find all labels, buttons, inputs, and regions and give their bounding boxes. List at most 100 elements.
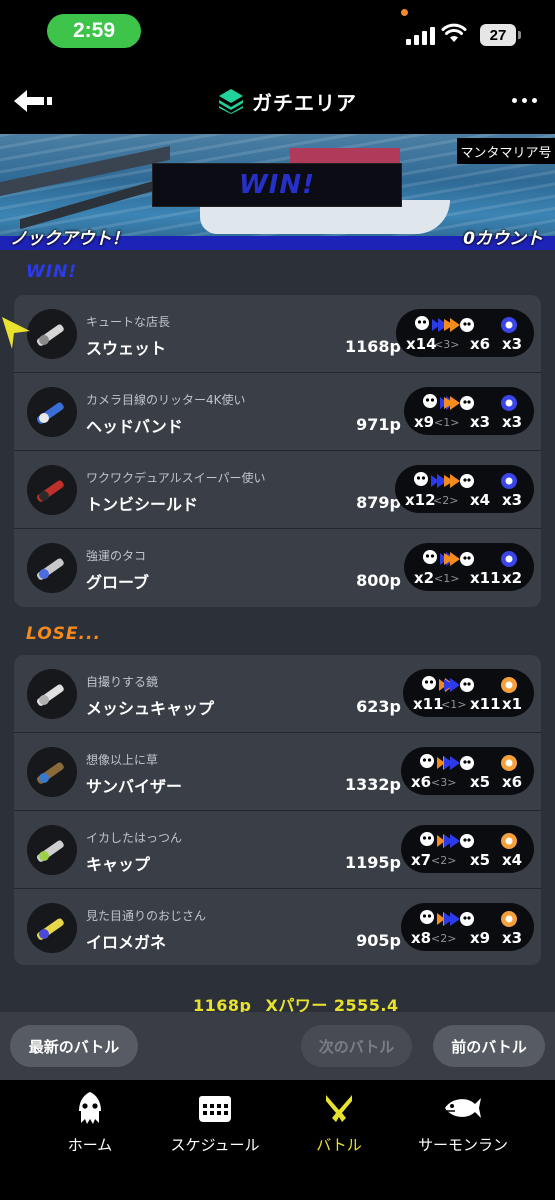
salmon-icon xyxy=(445,1098,481,1118)
assist-count: <3> xyxy=(431,776,457,789)
player-name: ヘッドバンド xyxy=(86,417,183,436)
tab-schedule-label: スケジュール xyxy=(170,1136,260,1154)
player-byname: イカしたはっつん xyxy=(86,831,183,845)
player-stats: x7 <2> x5 x4 xyxy=(401,825,534,873)
player-byname: キュートな店長 xyxy=(86,315,171,329)
tab-battle[interactable]: バトル xyxy=(274,1090,404,1155)
death-count: x6 xyxy=(470,335,491,353)
player-name: スウェット xyxy=(86,339,167,358)
player-row[interactable]: イカしたはっつん キャップ 1195p x7 <2> x5 x4 xyxy=(14,811,541,889)
tab-battle-label: バトル xyxy=(316,1136,362,1154)
special-weapon-icon xyxy=(501,317,517,333)
player-byname: ワクワクデュアルスイーパー使い xyxy=(86,471,266,485)
more-options-icon[interactable] xyxy=(512,98,537,103)
special-count: x3 xyxy=(502,491,523,509)
player-stats: x2 <1> x11 x2 xyxy=(404,543,534,591)
player-byname: カメラ目線のリッター4K使い xyxy=(86,393,246,407)
special-count: x3 xyxy=(502,929,523,947)
player-row[interactable]: カメラ目線のリッター4K使い ヘッドバンド 971p x9 <1> x3 x3 xyxy=(14,373,541,451)
death-icon xyxy=(444,912,474,926)
player-row[interactable]: 想像以上に草 サンバイザー 1332p x6 <3> x5 x6 xyxy=(14,733,541,811)
recording-dot-icon xyxy=(401,9,408,16)
player-points: 879p xyxy=(356,493,401,512)
player-points: 1168p xyxy=(345,337,401,356)
special-count: x6 xyxy=(502,773,523,791)
assist-count: <2> xyxy=(431,854,457,867)
mode-title-text: ガチエリア xyxy=(252,90,357,115)
player-stats: x8 <2> x9 x3 xyxy=(401,903,534,951)
splat-zones-icon xyxy=(219,89,243,114)
special-weapon-icon xyxy=(501,833,517,849)
battle-navigation-bar: 最新のバトル 次のバトル 前のバトル xyxy=(0,1012,555,1080)
weapon-icon xyxy=(27,543,77,593)
assist-count: <2> xyxy=(433,494,459,507)
special-weapon-icon xyxy=(501,911,517,927)
death-icon xyxy=(444,396,474,410)
tab-salmon-run[interactable]: サーモンラン xyxy=(398,1090,528,1155)
assist-count: <1> xyxy=(434,416,460,429)
player-points: 800p xyxy=(356,571,401,590)
weapon-icon xyxy=(27,903,77,953)
battle-icon xyxy=(326,1095,352,1122)
special-count: x4 xyxy=(502,851,523,869)
previous-battle-button[interactable]: 前のバトル xyxy=(433,1025,545,1067)
player-row[interactable]: 強運のタコ グローブ 800p x2 <1> x11 x2 xyxy=(14,529,541,607)
win-team-label: WIN! xyxy=(26,262,78,282)
weapon-icon xyxy=(27,747,77,797)
player-row[interactable]: 見た目通りのおじさん イロメガネ 905p x8 <2> x9 x3 xyxy=(14,889,541,965)
special-count: x2 xyxy=(502,569,523,587)
battle-result-text: WIN! xyxy=(239,170,315,200)
player-points: 905p xyxy=(356,931,401,950)
player-name: グローブ xyxy=(86,573,150,592)
player-points: 971p xyxy=(356,415,401,434)
player-stats: x11 <1> x11 x1 xyxy=(403,669,534,717)
assist-count: <1> xyxy=(441,698,467,711)
battle-mode-title: ガチエリア xyxy=(218,86,357,116)
tab-schedule[interactable]: スケジュール xyxy=(150,1090,280,1155)
death-count: x9 xyxy=(470,929,491,947)
tab-home-label: ホーム xyxy=(67,1136,113,1154)
tab-home[interactable]: ホーム xyxy=(25,1090,155,1155)
battle-result-box: WIN! xyxy=(152,163,402,207)
kill-count: x12 xyxy=(405,491,436,509)
lose-team-label: LOSE... xyxy=(26,624,101,644)
kill-count: x6 xyxy=(411,773,432,791)
weapon-icon xyxy=(27,825,77,875)
player-points: 1332p xyxy=(345,775,401,794)
knockout-label: ノックアウト！ xyxy=(10,229,129,249)
kill-count: x7 xyxy=(411,851,432,869)
player-row[interactable]: キュートな店長 スウェット 1168p x14 <3> x6 x3 xyxy=(14,295,541,373)
battery-icon: 27 xyxy=(480,24,521,46)
player-name: サンバイザー xyxy=(86,777,183,796)
assist-count: <3> xyxy=(434,338,460,351)
app-header: ガチエリア xyxy=(0,70,555,134)
player-points: 623p xyxy=(356,697,401,716)
status-time: 2:59 xyxy=(47,14,141,48)
special-count: x3 xyxy=(502,413,523,431)
player-byname: 強運のタコ xyxy=(86,549,147,563)
death-icon xyxy=(444,756,474,770)
squid-home-icon xyxy=(79,1092,101,1124)
player-row[interactable]: 自撮りする鏡 メッシュキャップ 623p x11 <1> x11 x1 xyxy=(14,655,541,733)
special-weapon-icon xyxy=(501,551,517,567)
kill-count: x8 xyxy=(411,929,432,947)
special-count: x3 xyxy=(502,335,523,353)
death-count: x4 xyxy=(470,491,491,509)
next-battle-button[interactable]: 次のバトル xyxy=(301,1025,412,1067)
player-byname: 見た目通りのおじさん xyxy=(86,909,207,923)
death-icon xyxy=(444,834,474,848)
player-stats: x9 <1> x3 x3 xyxy=(404,387,534,435)
special-count: x1 xyxy=(502,695,523,713)
player-stats: x12 <2> x4 x3 xyxy=(395,465,534,513)
back-arrow-icon[interactable] xyxy=(14,88,54,114)
death-count: x5 xyxy=(470,773,491,791)
player-row[interactable]: ワクワクデュアルスイーパー使い トンビシールド 879p x12 <2> x4 x3 xyxy=(14,451,541,529)
assist-count: <2> xyxy=(431,932,457,945)
death-icon xyxy=(444,318,474,332)
latest-battle-button[interactable]: 最新のバトル xyxy=(10,1025,138,1067)
death-icon xyxy=(444,678,474,692)
tab-salmon-run-label: サーモンラン xyxy=(417,1136,508,1154)
player-byname: 自撮りする鏡 xyxy=(86,675,159,689)
assist-count: <1> xyxy=(434,572,460,585)
special-weapon-icon xyxy=(501,755,517,771)
